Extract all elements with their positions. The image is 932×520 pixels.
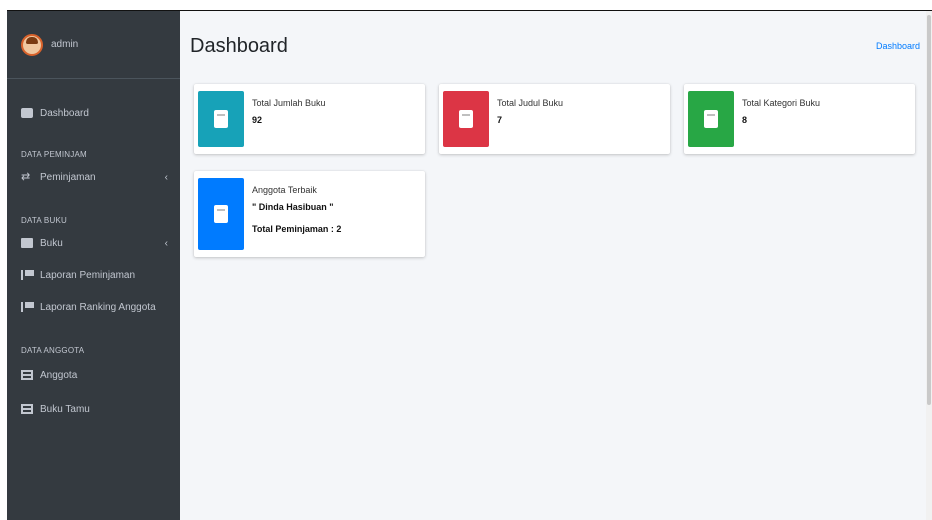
top-member-name: " Dinda Hasibuan ": [252, 202, 334, 212]
stat-value: 8: [742, 115, 748, 125]
chevron-left-icon: ‹: [164, 171, 168, 183]
sidebar: admin Dashboard DATA PEMINJAM ⇄ Peminjam…: [7, 11, 180, 520]
sidebar-item-buku[interactable]: Buku ‹: [7, 231, 180, 255]
sidebar-item-laporan-peminjaman[interactable]: Laporan Peminjaman: [7, 263, 180, 287]
sidebar-item-label: Dashboard: [40, 107, 89, 119]
stat-card-total-kategori-buku: Total Kategori Buku 8: [684, 84, 915, 154]
stat-card-total-jumlah-buku: Total Jumlah Buku 92: [194, 84, 425, 154]
page-title: Dashboard: [190, 35, 288, 57]
stat-label: Total Kategori Buku: [742, 98, 821, 108]
sidebar-item-label: Peminjaman: [40, 171, 96, 183]
table-icon: [21, 370, 33, 380]
app-window: admin Dashboard DATA PEMINJAM ⇄ Peminjam…: [7, 10, 932, 520]
stat-icon-box: [688, 91, 734, 147]
user-panel[interactable]: admin: [7, 11, 180, 79]
sidebar-item-anggota[interactable]: Anggota: [7, 363, 180, 387]
stat-icon-box: [198, 178, 244, 250]
top-member-total: Total Peminjaman : 2: [252, 224, 342, 234]
book-icon: [21, 238, 33, 248]
sidebar-item-dashboard[interactable]: Dashboard: [7, 101, 180, 125]
user-name: admin: [51, 39, 79, 50]
exchange-icon: ⇄: [21, 171, 31, 183]
nav-header-peminjam: DATA PEMINJAM: [21, 149, 87, 159]
breadcrumb[interactable]: Dashboard: [876, 41, 920, 51]
content-header: Dashboard Dashboard: [180, 11, 932, 79]
book-icon: [214, 205, 228, 223]
stat-card-total-judul-buku: Total Judul Buku 7: [439, 84, 670, 154]
chevron-left-icon: ‹: [164, 237, 168, 249]
sidebar-item-laporan-ranking[interactable]: Laporan Ranking Anggota: [7, 295, 180, 319]
top-member-card: Anggota Terbaik " Dinda Hasibuan " Total…: [194, 171, 425, 257]
stat-icon-box: [443, 91, 489, 147]
sidebar-item-buku-tamu[interactable]: Buku Tamu: [7, 397, 180, 421]
nav-header-anggota: DATA ANGGOTA: [21, 345, 85, 355]
scrollbar[interactable]: [926, 11, 932, 520]
top-member-label: Anggota Terbaik: [252, 185, 317, 195]
avatar: [21, 33, 43, 56]
sidebar-item-label: Laporan Peminjaman: [40, 269, 136, 281]
book-icon: [704, 110, 718, 128]
nav-header-buku: DATA BUKU: [21, 215, 67, 225]
stat-label: Total Judul Buku: [497, 98, 564, 108]
scrollbar-thumb[interactable]: [927, 15, 931, 405]
flag-icon: [21, 270, 34, 280]
stat-value: 92: [252, 115, 263, 125]
sidebar-item-label: Laporan Ranking Anggota: [40, 301, 156, 313]
stat-icon-box: [198, 91, 244, 147]
sidebar-item-label: Buku: [40, 237, 63, 249]
table-icon: [21, 404, 33, 414]
book-icon: [214, 110, 228, 128]
stat-label: Total Jumlah Buku: [252, 98, 326, 108]
sidebar-item-peminjaman[interactable]: ⇄ Peminjaman ‹: [7, 165, 180, 189]
dashboard-icon: [21, 108, 33, 118]
stat-value: 7: [497, 115, 503, 125]
flag-icon: [21, 302, 34, 312]
book-icon: [459, 110, 473, 128]
sidebar-item-label: Anggota: [40, 369, 78, 381]
sidebar-item-label: Buku Tamu: [40, 403, 90, 415]
